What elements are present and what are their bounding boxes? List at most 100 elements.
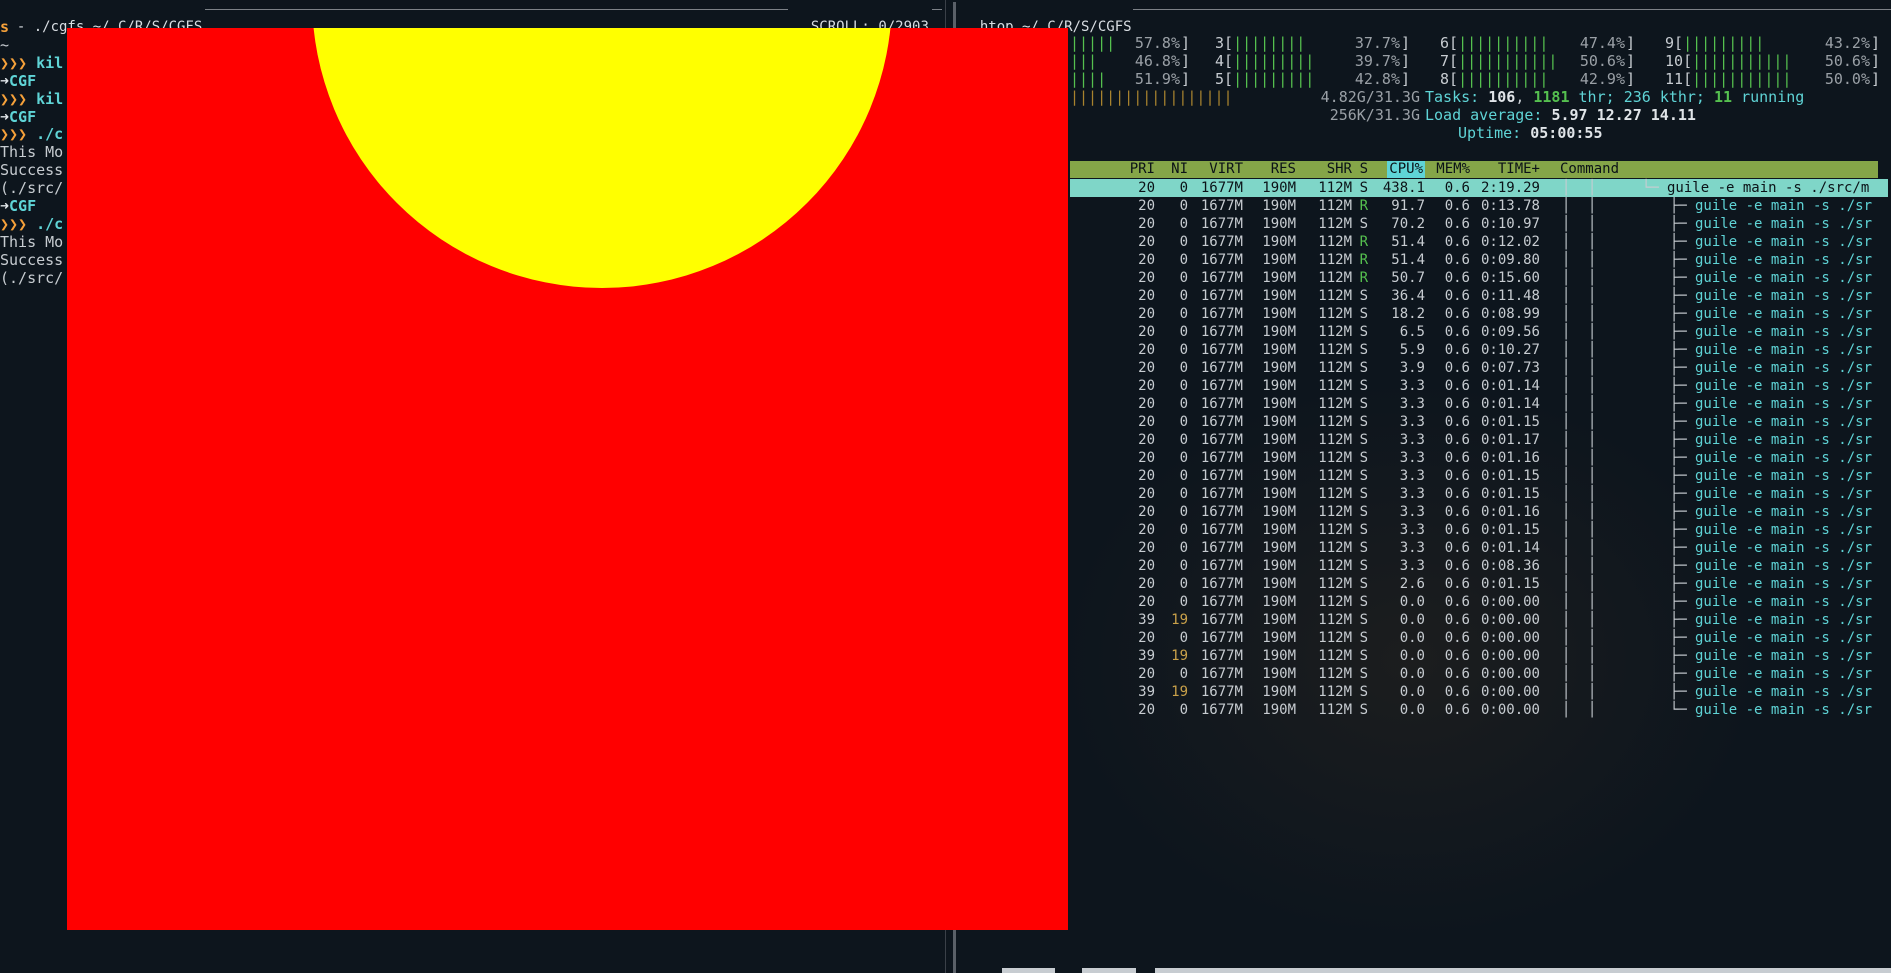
cell-shr: 112M (1318, 198, 1352, 214)
tree-branch: ├─ (1670, 342, 1687, 358)
cell-ni: 0 (1179, 198, 1188, 214)
cell-mem: 0.6 (1444, 324, 1470, 340)
column-header-s[interactable]: S (1360, 161, 1368, 178)
column-header-pri[interactable]: PRI (1130, 161, 1155, 178)
process-row[interactable]: 20 0 1677M 190M 112M S 6.5 0.6 0:09.56 │ │ ├─ guile … (1070, 323, 1888, 341)
cell-pri: 20 (1138, 468, 1155, 484)
repo-name: CGF (9, 197, 37, 215)
cpu-meter-bar: ||| (1070, 52, 1098, 70)
process-row[interactable]: 20 0 1677M 190M 112M S 3.3 0.6 0:01.14 │ │ ├─ guile … (1070, 377, 1888, 395)
cell-pri: 20 (1138, 522, 1155, 538)
cell-s: S (1359, 540, 1368, 556)
cpu-meter-bar: ||||||||||| (1692, 70, 1792, 88)
process-row[interactable]: 20 0 1677M 190M 112M S 0.0 0.6 0:00.00 │ │ └─ guile … (1070, 701, 1888, 719)
cpu-meter-bar: ||||||||||| (1692, 52, 1792, 70)
tree-guide: │ (1588, 396, 1597, 412)
process-command: guile -e main -s ./sr (1695, 306, 1873, 322)
cpu-meter-label: 6 (1440, 34, 1450, 52)
process-row[interactable]: 20 0 1677M 190M 112M S 3.3 0.6 0:01.15 │ │ ├─ guile … (1070, 467, 1888, 485)
process-row[interactable]: 20 0 1677M 190M 112M R 91.7 0.6 0:13.78 │ │ ├─ guile… (1070, 197, 1888, 215)
cell-virt: 1677M (1200, 234, 1243, 250)
column-header-ni[interactable]: NI (1171, 161, 1188, 178)
process-row[interactable]: 20 0 1677M 190M 112M S 3.3 0.6 0:01.15 │ │ ├─ guile … (1070, 485, 1888, 503)
process-row[interactable]: 20 0 1677M 190M 112M S 3.3 0.6 0:01.15 │ │ ├─ guile … (1070, 413, 1888, 431)
bracket: ] (1400, 34, 1410, 52)
process-row[interactable]: 20 0 1677M 190M 112M S 36.4 0.6 0:11.48 │ │ ├─ guile… (1070, 287, 1888, 305)
process-row[interactable]: 20 0 1677M 190M 112M S 5.9 0.6 0:10.27 │ │ ├─ guile … (1070, 341, 1888, 359)
process-row[interactable]: 20 0 1677M 190M 112M R 51.4 0.6 0:12.02 │ │ ├─ guile… (1070, 233, 1888, 251)
process-row[interactable]: 39 19 1677M 190M 112M S 0.0 0.6 0:00.00 │ │ ├─ guile… (1070, 647, 1888, 665)
cell-mem: 0.6 (1444, 504, 1470, 520)
terminal-line: Success (0, 251, 63, 269)
process-row[interactable]: 20 0 1677M 190M 112M S 18.2 0.6 0:08.99 │ │ ├─ guile… (1070, 305, 1888, 323)
cell-cpu: 6.5 (1399, 324, 1425, 340)
process-row[interactable]: 20 0 1677M 190M 112M S 3.3 0.6 0:01.14 │ │ ├─ guile … (1070, 539, 1888, 557)
tree-guide: │ (1588, 378, 1597, 394)
process-row[interactable]: 20 0 1677M 190M 112M S 3.3 0.6 0:08.36 │ │ ├─ guile … (1070, 557, 1888, 575)
cell-virt: 1677M (1200, 630, 1243, 646)
process-command: guile -e main -s ./sr (1695, 432, 1873, 448)
cell-res: 190M (1262, 540, 1296, 556)
tree-branch: ├─ (1670, 486, 1687, 502)
cell-mem: 0.6 (1444, 252, 1470, 268)
process-row[interactable]: 20 0 1677M 190M 112M S 3.9 0.6 0:07.73 │ │ ├─ guile … (1070, 359, 1888, 377)
cell-virt: 1677M (1200, 486, 1243, 502)
process-row[interactable]: 20 0 1677M 190M 112M S 3.3 0.6 0:01.17 │ │ ├─ guile … (1070, 431, 1888, 449)
process-row[interactable]: 20 0 1677M 190M 112M S 3.3 0.6 0:01.16 │ │ ├─ guile … (1070, 449, 1888, 467)
footer-key-hint[interactable] (1082, 968, 1136, 973)
process-table-header[interactable]: PRI NI VIRT RES SHR S CPU% MEM% TIME+ Command (1070, 161, 1878, 178)
tree-branch: ├─ (1670, 684, 1687, 700)
cell-time: 0:01.15 (1480, 486, 1540, 502)
process-row[interactable]: 20 0 1677M 190M 112M S 3.3 0.6 0:01.14 │ │ ├─ guile … (1070, 395, 1888, 413)
process-row[interactable]: 20 0 1677M 190M 112M S 3.3 0.6 0:01.15 │ │ ├─ guile … (1070, 521, 1888, 539)
tree-branch: ├─ (1670, 216, 1687, 232)
footer-key-hint[interactable] (1002, 968, 1055, 973)
tree-guide: │ (1562, 288, 1571, 304)
cell-ni: 19 (1171, 648, 1188, 664)
process-row[interactable]: 20 0 1677M 190M 112M R 51.4 0.6 0:09.80 │ │ ├─ guile… (1070, 251, 1888, 269)
cell-pri: 20 (1138, 342, 1155, 358)
tree-guide: │ (1588, 612, 1597, 628)
process-row[interactable]: 20 0 1677M 190M 112M S 438.1 0.6 2:19.29 │ │ └─ guil… (1070, 179, 1888, 197)
cpu-meter-value: 46.8% (1134, 52, 1180, 70)
process-row[interactable]: 20 0 1677M 190M 112M R 50.7 0.6 0:15.60 │ │ ├─ guile… (1070, 269, 1888, 287)
tree-branch: ├─ (1670, 504, 1687, 520)
process-row[interactable]: 20 0 1677M 190M 112M S 2.6 0.6 0:01.15 │ │ ├─ guile … (1070, 575, 1888, 593)
cpu-meter: 6[|||||||||| 47.4%] (1440, 34, 1635, 52)
cell-shr: 112M (1318, 468, 1352, 484)
cell-shr: 112M (1318, 522, 1352, 538)
cell-res: 190M (1262, 558, 1296, 574)
terminal-line: ❯❯❯ kil (0, 90, 63, 108)
process-command: guile -e main -s ./sr (1695, 504, 1873, 520)
tree-branch: ├─ (1670, 630, 1687, 646)
cpu-meter-label: 5 (1215, 70, 1225, 88)
cell-mem: 0.6 (1444, 522, 1470, 538)
column-header-time-plus[interactable]: TIME+ (1498, 161, 1540, 178)
cpu-meter-value: 50.6% (1824, 52, 1870, 70)
process-row[interactable]: 20 0 1677M 190M 112M S 0.0 0.6 0:00.00 │ │ ├─ guile … (1070, 665, 1888, 683)
process-row[interactable]: 20 0 1677M 190M 112M S 0.0 0.6 0:00.00 │ │ ├─ guile … (1070, 593, 1888, 611)
process-command: guile -e main -s ./sr (1695, 558, 1873, 574)
terminal-line: This Mo (0, 233, 63, 251)
column-header-virt[interactable]: VIRT (1209, 161, 1243, 178)
process-row[interactable]: 20 0 1677M 190M 112M S 70.2 0.6 0:10.97 │ │ ├─ guile… (1070, 215, 1888, 233)
process-row[interactable]: 20 0 1677M 190M 112M S 0.0 0.6 0:00.00 │ │ ├─ guile … (1070, 629, 1888, 647)
tree-guide: │ (1588, 522, 1597, 538)
cell-time: 0:01.15 (1480, 468, 1540, 484)
command-text: ./c (36, 214, 64, 233)
column-header-mem-pct[interactable]: MEM% (1436, 161, 1470, 178)
process-row[interactable]: 39 19 1677M 190M 112M S 0.0 0.6 0:00.00 │ │ ├─ guile… (1070, 611, 1888, 629)
tree-guide: │ (1562, 306, 1571, 322)
cell-mem: 0.6 (1444, 594, 1470, 610)
column-header-command[interactable]: Command (1560, 161, 1619, 178)
column-header-res[interactable]: RES (1271, 161, 1296, 178)
terminal-text: s (0, 18, 10, 36)
tree-guide: │ (1562, 324, 1571, 340)
process-row[interactable]: 39 19 1677M 190M 112M S 0.0 0.6 0:00.00 │ │ ├─ guile… (1070, 683, 1888, 701)
process-command: guile -e main -s ./sr (1695, 216, 1873, 232)
process-command: guile -e main -s ./sr (1695, 342, 1873, 358)
process-row[interactable]: 20 0 1677M 190M 112M S 3.3 0.6 0:01.16 │ │ ├─ guile … (1070, 503, 1888, 521)
column-header-shr[interactable]: SHR (1327, 161, 1352, 178)
column-header-cpu-pct[interactable]: CPU% (1387, 161, 1425, 178)
render-window[interactable] (67, 28, 1068, 930)
